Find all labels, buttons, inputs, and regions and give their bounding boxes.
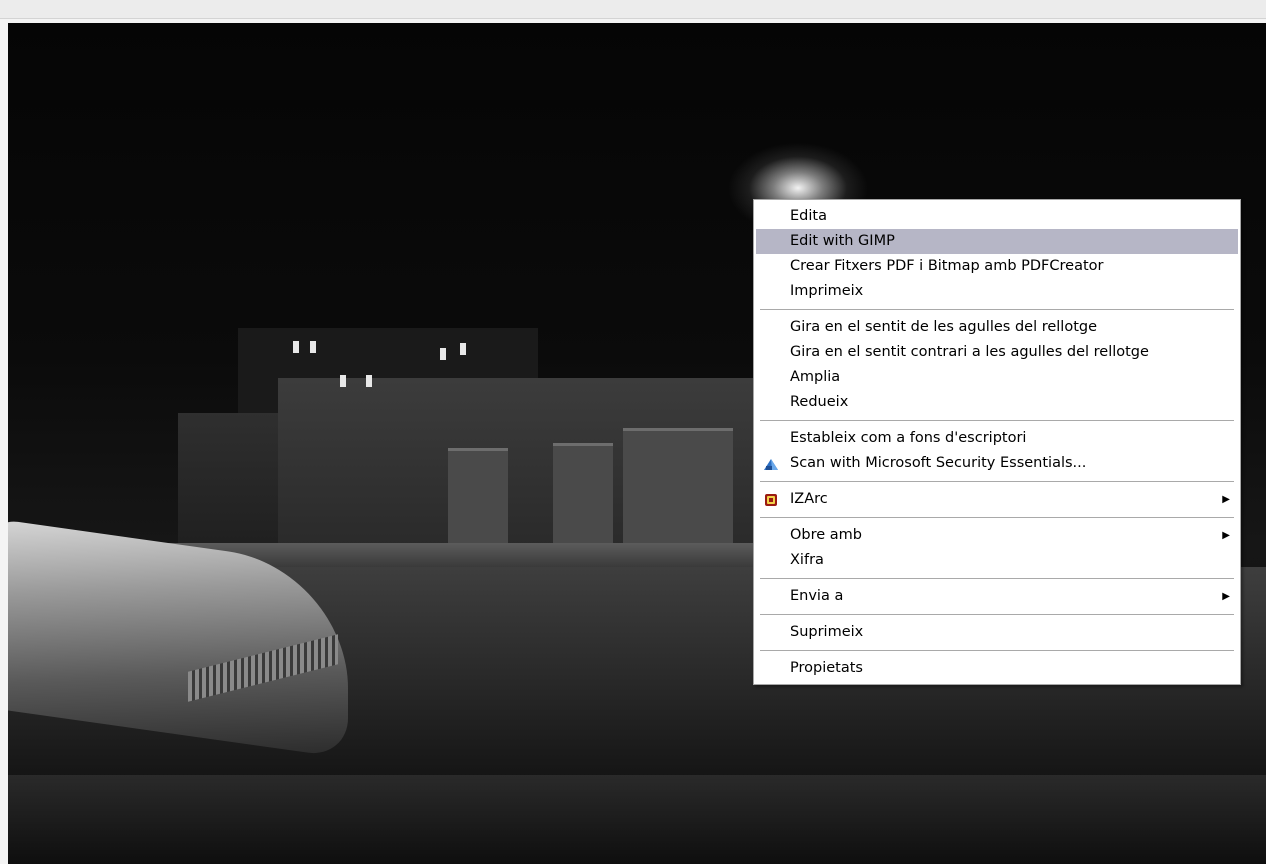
submenu-arrow-icon: ▶: [1222, 591, 1230, 602]
menu-item-edit-with-gimp[interactable]: Edit with GIMP: [756, 229, 1238, 254]
menu-item-label: IZArc: [790, 491, 828, 507]
menu-item-edita[interactable]: Edita: [756, 204, 1238, 229]
menu-item-label: Redueix: [790, 394, 849, 410]
menu-item-label: Gira en el sentit contrari a les agulles…: [790, 344, 1149, 360]
menu-separator: [760, 578, 1234, 579]
menu-item-propietats[interactable]: Propietats: [756, 656, 1238, 681]
menu-item-envia-a[interactable]: Envia a ▶: [756, 584, 1238, 609]
menu-item-set-wallpaper[interactable]: Estableix com a fons d'escriptori: [756, 426, 1238, 451]
menu-item-pdfcreator[interactable]: Crear Fitxers PDF i Bitmap amb PDFCreato…: [756, 254, 1238, 279]
photo-foreground: [8, 775, 1266, 864]
menu-item-imprimeix[interactable]: Imprimeix: [756, 279, 1238, 304]
menu-item-label: Estableix com a fons d'escriptori: [790, 430, 1027, 446]
menu-item-scan-security-essentials[interactable]: Scan with Microsoft Security Essentials.…: [756, 451, 1238, 476]
menu-item-label: Edit with GIMP: [790, 233, 895, 249]
photo-lit-window: [460, 343, 466, 355]
menu-item-label: Xifra: [790, 552, 824, 568]
menu-item-izarc[interactable]: IZArc ▶: [756, 487, 1238, 512]
menu-item-rotate-clockwise[interactable]: Gira en el sentit de les agulles del rel…: [756, 315, 1238, 340]
photo-lit-window: [366, 375, 372, 387]
context-menu: Edita Edit with GIMP Crear Fitxers PDF i…: [753, 199, 1241, 685]
submenu-arrow-icon: ▶: [1222, 530, 1230, 541]
menu-separator: [760, 614, 1234, 615]
izarc-icon: [763, 492, 779, 508]
menu-separator: [760, 420, 1234, 421]
menu-item-label: Scan with Microsoft Security Essentials.…: [790, 455, 1087, 471]
photo-lit-window: [340, 375, 346, 387]
menu-item-label: Gira en el sentit de les agulles del rel…: [790, 319, 1098, 335]
menu-item-amplia[interactable]: Amplia: [756, 365, 1238, 390]
menu-separator: [760, 650, 1234, 651]
window-top-bar: [0, 0, 1266, 19]
menu-item-xifra[interactable]: Xifra: [756, 548, 1238, 573]
submenu-arrow-icon: ▶: [1222, 494, 1230, 505]
photo-door: [448, 448, 508, 551]
photo-building-side: [178, 413, 288, 543]
photo-lit-window: [440, 348, 446, 360]
menu-separator: [760, 309, 1234, 310]
menu-item-label: Amplia: [790, 369, 841, 385]
menu-item-label: Crear Fitxers PDF i Bitmap amb PDFCreato…: [790, 258, 1104, 274]
menu-item-label: Envia a: [790, 588, 844, 604]
photo-lit-window: [310, 341, 316, 353]
photo-garage-door: [623, 428, 733, 551]
menu-item-label: Edita: [790, 208, 827, 224]
menu-item-redueix[interactable]: Redueix: [756, 390, 1238, 415]
menu-item-rotate-counterclockwise[interactable]: Gira en el sentit contrari a les agulles…: [756, 340, 1238, 365]
menu-item-label: Propietats: [790, 660, 863, 676]
photo-door: [553, 443, 613, 551]
menu-item-label: Suprimeix: [790, 624, 864, 640]
menu-item-suprimeix[interactable]: Suprimeix: [756, 620, 1238, 645]
menu-item-label: Imprimeix: [790, 283, 864, 299]
menu-item-obre-amb[interactable]: Obre amb ▶: [756, 523, 1238, 548]
security-essentials-icon: [763, 456, 779, 472]
menu-item-label: Obre amb: [790, 527, 863, 543]
menu-separator: [760, 517, 1234, 518]
menu-separator: [760, 481, 1234, 482]
photo-lit-window: [293, 341, 299, 353]
